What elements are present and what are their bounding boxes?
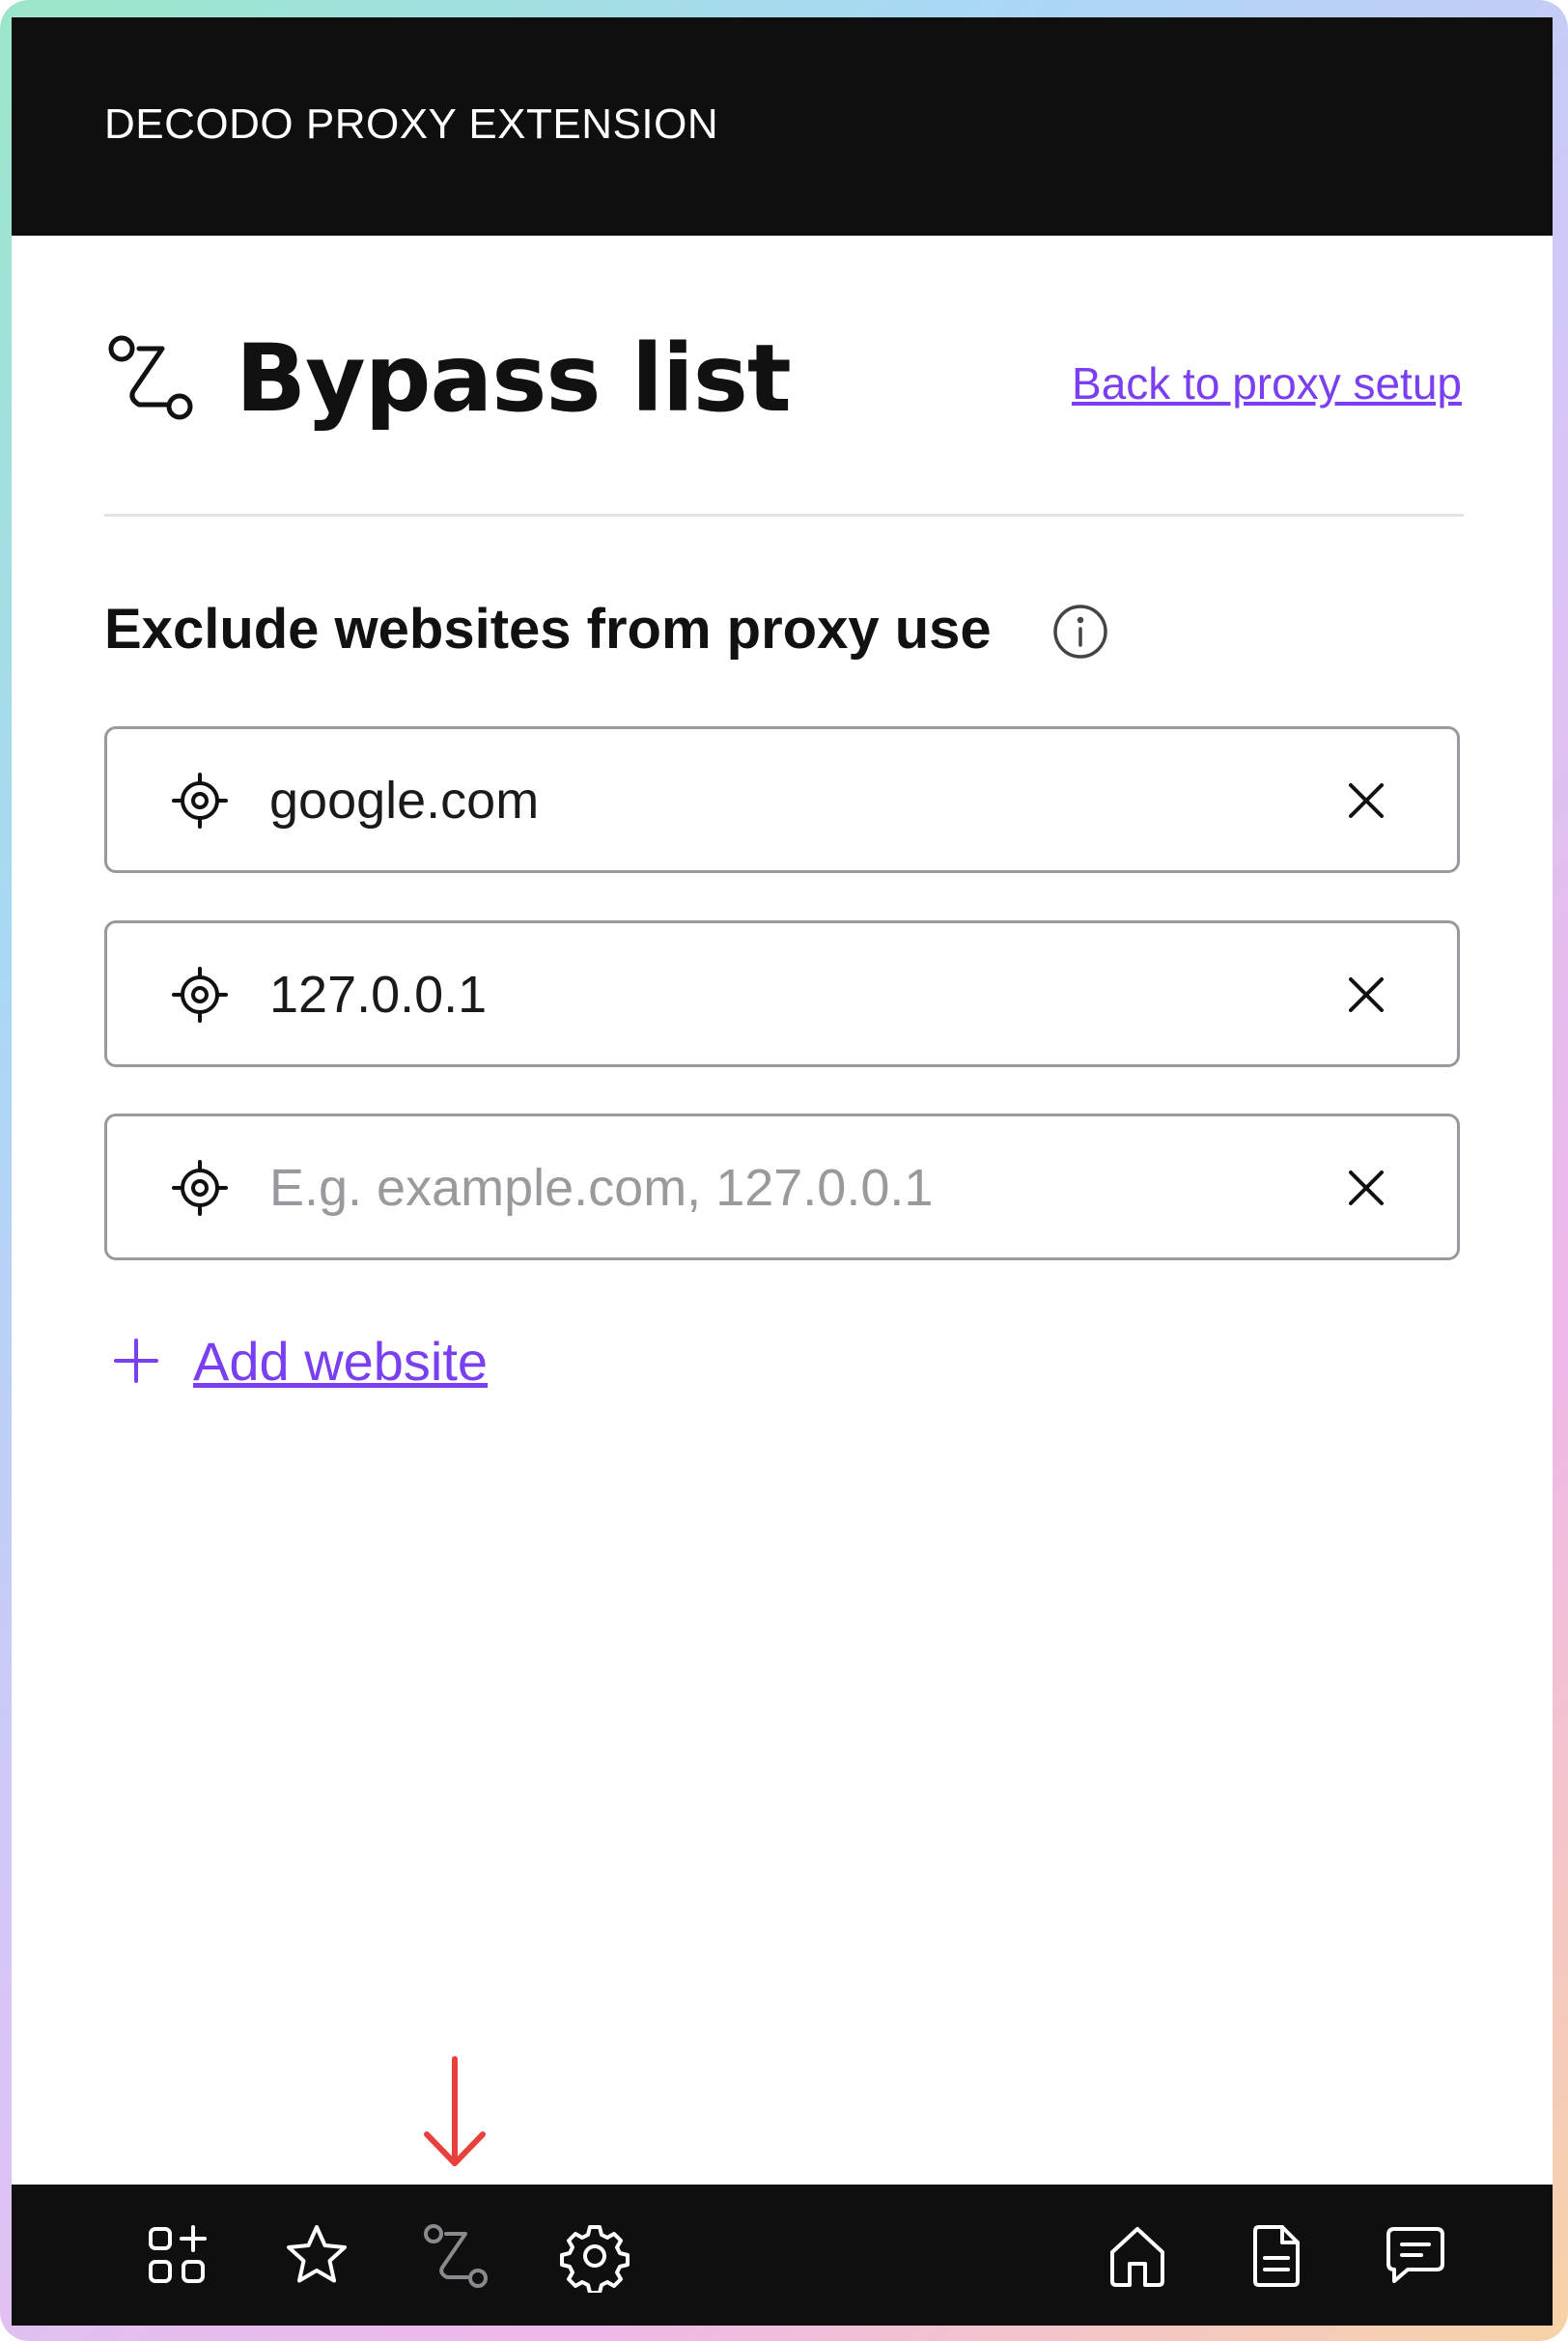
bypass-route-icon <box>108 335 193 420</box>
bypass-route-icon <box>424 2224 488 2288</box>
bypass-entry-input-1[interactable] <box>269 764 1235 837</box>
target-icon <box>172 1160 228 1216</box>
section-title: Exclude websites from proxy use <box>104 598 992 661</box>
nav-documentation[interactable] <box>1240 2219 1313 2293</box>
gear-icon <box>560 2225 630 2295</box>
bypass-entry-input-2[interactable] <box>269 958 1235 1031</box>
bypass-entry-input-3[interactable] <box>269 1151 1235 1225</box>
add-website-label: Add website <box>193 1330 489 1392</box>
target-icon <box>172 967 228 1023</box>
add-widget-icon <box>149 2225 207 2283</box>
nav-settings[interactable] <box>558 2219 631 2295</box>
nav-support-chat[interactable] <box>1379 2219 1452 2293</box>
bypass-entry-3 <box>104 1114 1460 1260</box>
nav-add-widget[interactable] <box>141 2219 214 2293</box>
bypass-entry-2 <box>104 920 1460 1067</box>
extension-title: DECODO PROXY EXTENSION <box>104 100 719 148</box>
plus-icon <box>114 1339 158 1383</box>
back-to-proxy-setup-link[interactable]: Back to proxy setup <box>1072 357 1462 409</box>
close-icon[interactable] <box>1345 779 1387 822</box>
star-icon <box>287 2225 347 2283</box>
add-website-button[interactable]: Add website <box>112 1327 488 1395</box>
nav-favorites[interactable] <box>280 2219 353 2293</box>
bottom-nav-bar <box>12 2185 1553 2326</box>
gradient-frame: DECODO PROXY EXTENSION Bypass list Back … <box>0 0 1568 2341</box>
top-bar: DECODO PROXY EXTENSION <box>12 17 1553 236</box>
header-divider <box>104 514 1464 517</box>
home-icon <box>1110 2227 1164 2287</box>
info-icon[interactable] <box>1050 602 1110 662</box>
document-icon <box>1253 2225 1300 2287</box>
chat-icon <box>1386 2227 1444 2283</box>
nav-home[interactable] <box>1101 2219 1174 2293</box>
page-title: Bypass list <box>236 324 792 433</box>
close-icon[interactable] <box>1345 1167 1387 1209</box>
bypass-entry-1 <box>104 726 1460 873</box>
target-icon <box>172 773 228 829</box>
nav-bypass-list[interactable] <box>419 2219 492 2293</box>
arrow-down-indicator-icon <box>424 2056 486 2166</box>
extension-window: DECODO PROXY EXTENSION Bypass list Back … <box>12 17 1553 2326</box>
close-icon[interactable] <box>1345 973 1387 1016</box>
